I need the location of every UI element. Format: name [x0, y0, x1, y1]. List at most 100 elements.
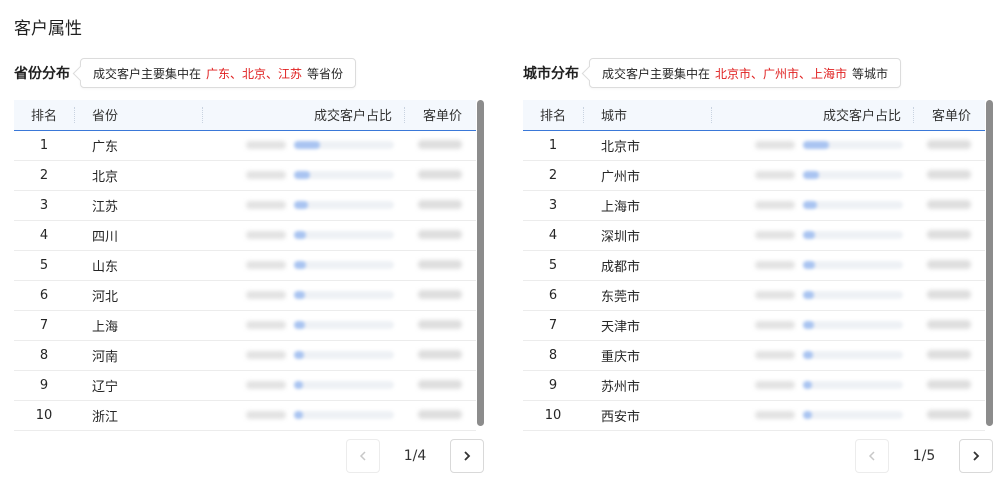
province-panel: 省份分布 成交客户主要集中在 广东、北京、江苏 等省份 排名 省份 成交客户占比… — [14, 58, 484, 473]
share-cell-redacted — [711, 190, 913, 221]
region-name-cell: 成都市 — [583, 250, 711, 281]
share-bar-redacted — [803, 171, 903, 179]
province-panel-header: 省份分布 成交客户主要集中在 广东、北京、江苏 等省份 — [14, 58, 484, 88]
price-cell-redacted — [404, 400, 476, 431]
table-row: 7 上海 — [14, 310, 476, 341]
table-row: 9 辽宁 — [14, 370, 476, 401]
table-row: 1 北京市 — [523, 130, 985, 161]
price-value-redacted — [927, 229, 971, 239]
share-cell-redacted — [202, 370, 404, 401]
col-header-city: 城市 — [583, 100, 711, 131]
city-page-indicator: 1/5 — [912, 448, 936, 464]
rank-cell: 1 — [523, 130, 583, 161]
region-name-cell: 四川 — [74, 220, 202, 251]
city-prev-button[interactable] — [855, 439, 889, 473]
share-value-redacted — [246, 381, 286, 389]
table-row: 2 北京 — [14, 160, 476, 191]
price-cell-redacted — [913, 220, 985, 251]
price-cell-redacted — [404, 190, 476, 221]
share-cell-redacted — [711, 130, 913, 161]
price-cell-redacted — [913, 340, 985, 371]
region-name-cell: 东莞市 — [583, 280, 711, 311]
page-title: 客户属性 — [14, 19, 82, 39]
chevron-right-icon — [973, 451, 980, 461]
share-value-redacted — [246, 171, 286, 179]
share-bar-redacted — [294, 381, 394, 389]
price-value-redacted — [927, 199, 971, 209]
city-panel-title: 城市分布 — [523, 66, 579, 82]
rank-cell: 2 — [14, 160, 74, 191]
share-bar-fill — [803, 261, 815, 269]
rank-cell: 8 — [523, 340, 583, 371]
share-cell-redacted — [202, 250, 404, 281]
region-name-cell: 苏州市 — [583, 370, 711, 401]
region-name-cell: 西安市 — [583, 400, 711, 431]
region-name-cell: 重庆市 — [583, 340, 711, 371]
city-tip: 成交客户主要集中在 北京市、广州市、上海市 等城市 — [589, 58, 902, 88]
city-tip-suffix: 等城市 — [852, 66, 889, 81]
table-row: 8 河南 — [14, 340, 476, 371]
share-value-redacted — [755, 411, 795, 419]
share-cell-redacted — [711, 220, 913, 251]
share-cell-redacted — [202, 310, 404, 341]
price-cell-redacted — [913, 280, 985, 311]
table-row: 8 重庆市 — [523, 340, 985, 371]
price-cell-redacted — [404, 280, 476, 311]
price-value-redacted — [927, 259, 971, 269]
province-tip-suffix: 等省份 — [307, 66, 344, 81]
province-table-scrollbar[interactable] — [477, 100, 484, 426]
share-bar-redacted — [294, 291, 394, 299]
chevron-left-icon — [868, 451, 875, 461]
share-value-redacted — [246, 411, 286, 419]
province-tip-highlight: 广东、北京、江苏 — [206, 66, 303, 81]
price-value-redacted — [418, 139, 462, 149]
share-value-redacted — [755, 231, 795, 239]
share-cell-redacted — [202, 220, 404, 251]
province-next-button[interactable] — [450, 439, 484, 473]
col-header-rank: 排名 — [14, 100, 74, 131]
price-cell-redacted — [404, 250, 476, 281]
share-value-redacted — [755, 351, 795, 359]
table-row: 7 天津市 — [523, 310, 985, 341]
rank-cell: 7 — [523, 310, 583, 341]
rank-cell: 3 — [14, 190, 74, 221]
city-next-button[interactable] — [959, 439, 993, 473]
city-table-scrollbar[interactable] — [986, 100, 993, 426]
price-value-redacted — [927, 139, 971, 149]
region-name-cell: 浙江 — [74, 400, 202, 431]
rank-cell: 6 — [14, 280, 74, 311]
share-bar-redacted — [294, 201, 394, 209]
region-name-cell: 辽宁 — [74, 370, 202, 401]
share-bar-fill — [803, 321, 814, 329]
price-cell-redacted — [913, 310, 985, 341]
province-pager: 1/4 — [346, 438, 484, 474]
share-bar-redacted — [294, 411, 394, 419]
price-value-redacted — [927, 409, 971, 419]
rank-cell: 9 — [523, 370, 583, 401]
price-cell-redacted — [404, 130, 476, 161]
share-bar-redacted — [294, 171, 394, 179]
region-name-cell: 北京市 — [583, 130, 711, 161]
city-table: 排名 城市 成交客户占比 客单价 1 北京市 2 广州市 3 上海市 4 深圳市 5 成都市 6 东莞… — [523, 100, 985, 431]
rank-cell: 2 — [523, 160, 583, 191]
table-row: 5 山东 — [14, 250, 476, 281]
price-value-redacted — [418, 229, 462, 239]
share-bar-fill — [803, 291, 814, 299]
chevron-left-icon — [359, 451, 366, 461]
share-bar-fill — [803, 171, 819, 179]
table-row: 4 四川 — [14, 220, 476, 251]
share-cell-redacted — [711, 400, 913, 431]
share-cell-redacted — [711, 370, 913, 401]
share-bar-redacted — [803, 261, 903, 269]
table-row: 5 成都市 — [523, 250, 985, 281]
share-bar-redacted — [803, 291, 903, 299]
share-cell-redacted — [711, 250, 913, 281]
region-name-cell: 上海市 — [583, 190, 711, 221]
table-row: 6 河北 — [14, 280, 476, 311]
price-value-redacted — [418, 379, 462, 389]
price-cell-redacted — [913, 190, 985, 221]
city-table-wrap: 排名 城市 成交客户占比 客单价 1 北京市 2 广州市 3 上海市 4 深圳市 5 成都市 6 东莞… — [523, 100, 993, 431]
share-bar-fill — [803, 351, 813, 359]
province-prev-button[interactable] — [346, 439, 380, 473]
table-row: 1 广东 — [14, 130, 476, 161]
